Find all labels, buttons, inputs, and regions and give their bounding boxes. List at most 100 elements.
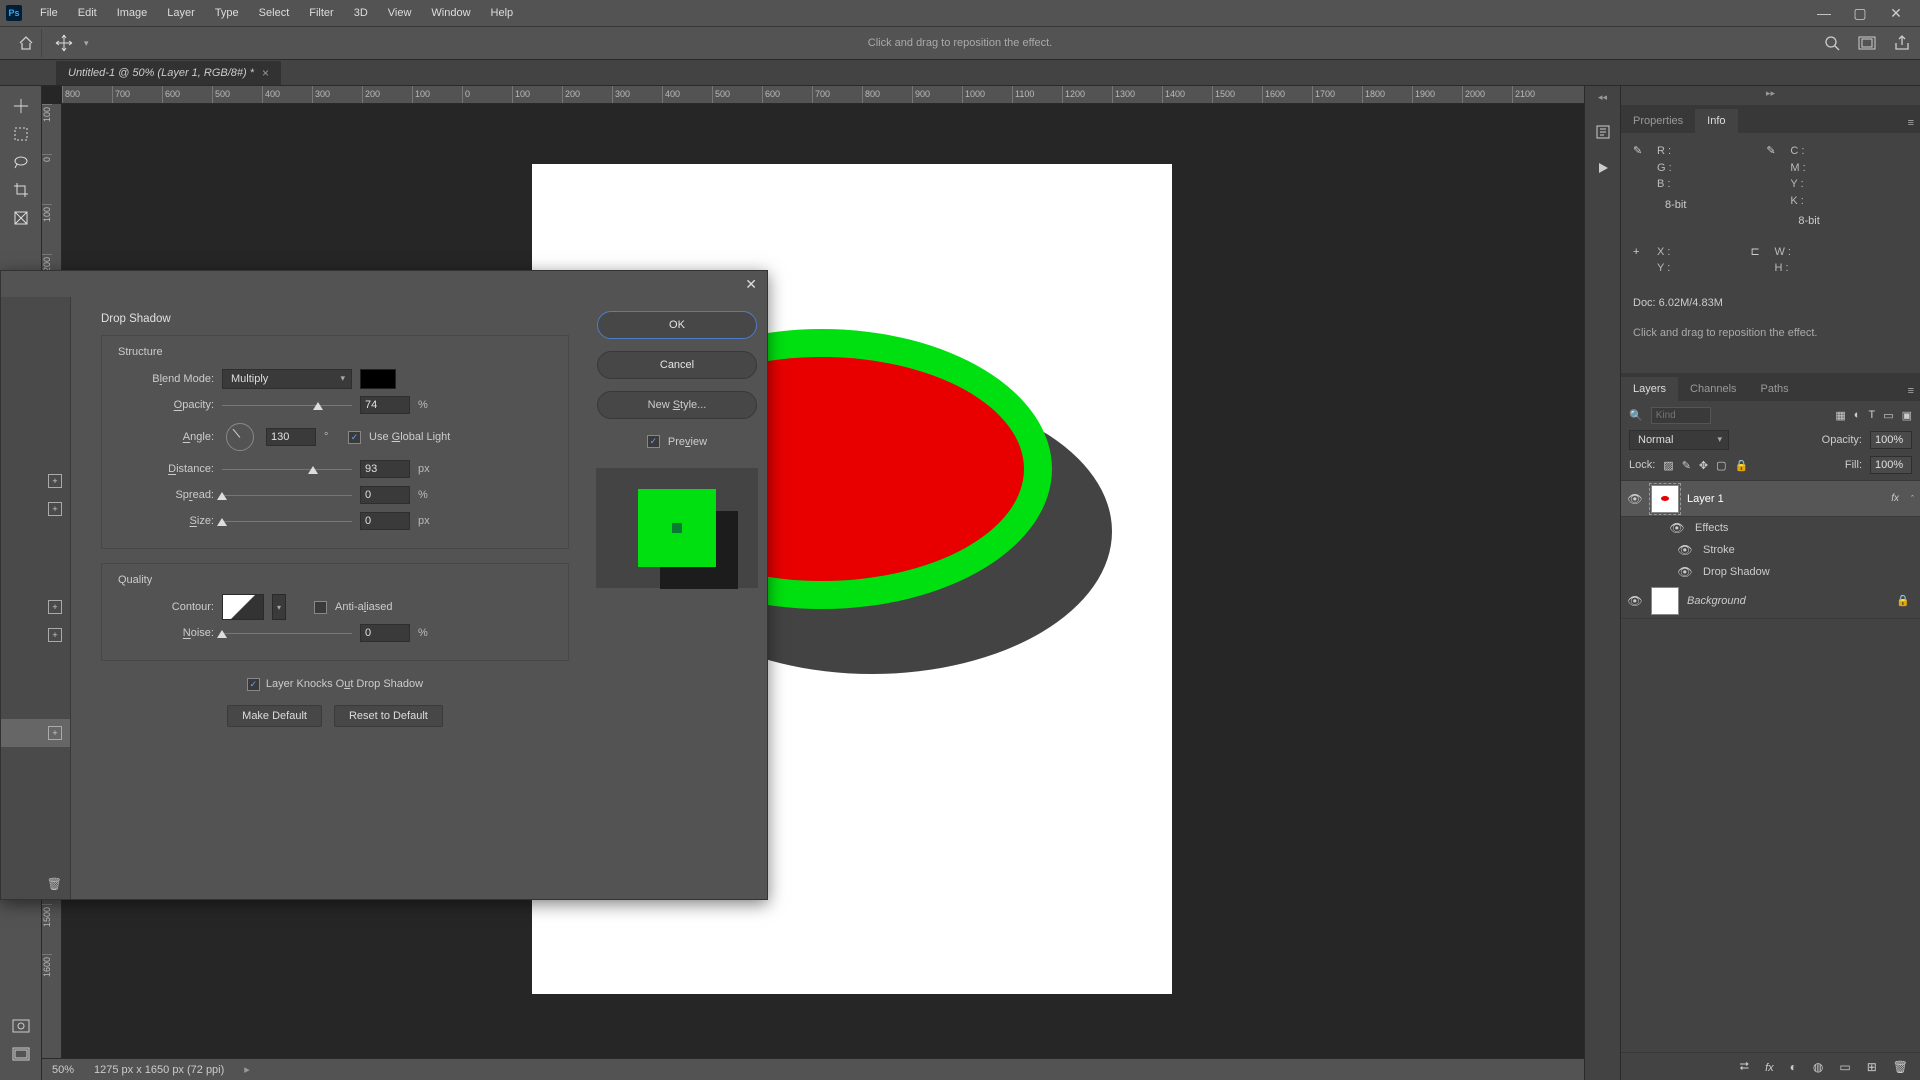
layer-mask-icon[interactable]: ◐: [1790, 1060, 1797, 1074]
lock-brush-icon[interactable]: ✎: [1682, 459, 1691, 472]
size-input[interactable]: [360, 512, 410, 530]
tab-properties[interactable]: Properties: [1621, 109, 1695, 133]
adjustment-layer-icon[interactable]: ◍: [1813, 1060, 1823, 1074]
bg-thumbnail[interactable]: [1651, 587, 1679, 615]
share-icon[interactable]: [1894, 35, 1910, 51]
menu-help[interactable]: Help: [481, 7, 524, 19]
delete-layer-icon[interactable]: 🗑: [1893, 1060, 1908, 1074]
angle-dial[interactable]: [226, 423, 254, 451]
search-icon[interactable]: [1824, 35, 1840, 51]
spread-input[interactable]: [360, 486, 410, 504]
distance-input[interactable]: [360, 460, 410, 478]
collapse-handle-icon[interactable]: ◂◂: [1598, 92, 1607, 103]
spread-slider[interactable]: [222, 488, 352, 502]
preview-checkbox[interactable]: [647, 435, 660, 448]
layer-thumbnail[interactable]: [1651, 485, 1679, 513]
antialiased-checkbox[interactable]: [314, 601, 327, 614]
panel-menu-icon[interactable]: ≡: [1902, 113, 1920, 133]
document-tab[interactable]: Untitled-1 @ 50% (Layer 1, RGB/8#) * ×: [56, 61, 281, 85]
minimize-icon[interactable]: —: [1806, 5, 1842, 22]
distance-slider[interactable]: [222, 462, 352, 476]
layer-filter-input[interactable]: [1651, 407, 1711, 424]
effects-header[interactable]: 👁 Effects: [1621, 517, 1920, 539]
link-layers-icon[interactable]: ⮂: [1739, 1059, 1749, 1074]
shadow-color-swatch[interactable]: [360, 369, 396, 389]
frame-icon[interactable]: [1858, 36, 1876, 50]
style-add-2[interactable]: +: [1, 495, 70, 523]
tab-paths[interactable]: Paths: [1749, 377, 1801, 401]
effects-visibility-icon[interactable]: 👁: [1669, 521, 1685, 535]
menu-3d[interactable]: 3D: [344, 7, 378, 19]
fx-badge[interactable]: fx: [1891, 493, 1899, 504]
effect-stroke[interactable]: 👁 Stroke: [1621, 539, 1920, 561]
lock-all-icon[interactable]: 🔒: [1735, 459, 1749, 472]
filter-pixel-icon[interactable]: ▦: [1835, 409, 1845, 422]
bg-layer-name[interactable]: Background: [1687, 595, 1888, 607]
zoom-level[interactable]: 50%: [52, 1064, 74, 1076]
fill-value[interactable]: 100%: [1870, 456, 1912, 474]
style-add-4[interactable]: +: [1, 621, 70, 649]
contour-flyout-icon[interactable]: ▾: [272, 594, 286, 620]
menu-file[interactable]: File: [30, 7, 68, 19]
global-light-checkbox[interactable]: [348, 431, 361, 444]
layer-group-icon[interactable]: ▭: [1839, 1060, 1850, 1074]
menu-select[interactable]: Select: [249, 7, 300, 19]
blend-mode-dropdown[interactable]: Multiply: [222, 369, 352, 389]
noise-input[interactable]: [360, 624, 410, 642]
blend-mode-select[interactable]: Normal: [1629, 430, 1729, 450]
cancel-button[interactable]: Cancel: [597, 351, 757, 379]
visibility-toggle-icon[interactable]: 👁: [1627, 492, 1643, 506]
new-layer-icon[interactable]: ⊞: [1867, 1060, 1877, 1074]
make-default-button[interactable]: Make Default: [227, 705, 322, 727]
lock-transparency-icon[interactable]: ▨: [1663, 459, 1673, 472]
menu-layer[interactable]: Layer: [157, 7, 205, 19]
knockout-checkbox[interactable]: [247, 678, 260, 691]
angle-input[interactable]: [266, 428, 316, 446]
actions-panel-icon[interactable]: [1592, 157, 1614, 179]
filter-smart-icon[interactable]: ▣: [1902, 409, 1912, 422]
style-add-5[interactable]: +: [1, 719, 70, 747]
status-flyout-icon[interactable]: ▸: [244, 1063, 250, 1076]
tool-preset-dropdown-icon[interactable]: ▾: [84, 38, 89, 49]
tab-info[interactable]: Info: [1695, 109, 1737, 133]
crop-tool[interactable]: [6, 178, 36, 202]
opacity-slider[interactable]: [222, 398, 352, 412]
delete-style-icon[interactable]: 🗑: [1, 869, 70, 899]
tab-channels[interactable]: Channels: [1678, 377, 1748, 401]
frame-tool[interactable]: [6, 206, 36, 230]
screen-mode-icon[interactable]: [6, 1042, 36, 1066]
dropshadow-visibility-icon[interactable]: 👁: [1677, 565, 1693, 579]
dialog-titlebar[interactable]: ✕: [1, 271, 767, 297]
lock-icon[interactable]: 🔒: [1896, 594, 1910, 607]
reset-default-button[interactable]: Reset to Default: [334, 705, 443, 727]
bg-visibility-icon[interactable]: 👁: [1627, 594, 1643, 608]
style-add-3[interactable]: +: [1, 593, 70, 621]
layer-fx-icon[interactable]: fx: [1765, 1060, 1774, 1074]
close-tab-icon[interactable]: ×: [262, 66, 269, 80]
noise-slider[interactable]: [222, 626, 352, 640]
contour-picker[interactable]: [222, 594, 264, 620]
filter-shape-icon[interactable]: ▭: [1883, 409, 1893, 422]
marquee-tool[interactable]: [6, 122, 36, 146]
lasso-tool[interactable]: [6, 150, 36, 174]
effect-drop-shadow[interactable]: 👁 Drop Shadow: [1621, 561, 1920, 583]
new-style-button[interactable]: New Style...: [597, 391, 757, 419]
layer-row-layer1[interactable]: 👁 Layer 1 fx ˆ: [1621, 481, 1920, 517]
menu-view[interactable]: View: [378, 7, 422, 19]
menu-edit[interactable]: Edit: [68, 7, 107, 19]
quick-mask-icon[interactable]: [6, 1014, 36, 1038]
close-window-icon[interactable]: ✕: [1878, 5, 1914, 22]
effects-collapse-icon[interactable]: ˆ: [1911, 494, 1914, 504]
home-icon[interactable]: [10, 29, 42, 57]
menu-window[interactable]: Window: [421, 7, 480, 19]
size-slider[interactable]: [222, 514, 352, 528]
tab-layers[interactable]: Layers: [1621, 377, 1678, 401]
lock-position-icon[interactable]: ✥: [1699, 459, 1708, 472]
style-add-1[interactable]: +: [1, 467, 70, 495]
menu-filter[interactable]: Filter: [299, 7, 343, 19]
history-panel-icon[interactable]: [1592, 121, 1614, 143]
move-tool-icon[interactable]: [50, 29, 78, 57]
dialog-close-icon[interactable]: ✕: [745, 276, 757, 293]
filter-kind-icon[interactable]: 🔍: [1629, 409, 1643, 422]
panel-collapse-icon[interactable]: ▸▸: [1760, 86, 1781, 101]
